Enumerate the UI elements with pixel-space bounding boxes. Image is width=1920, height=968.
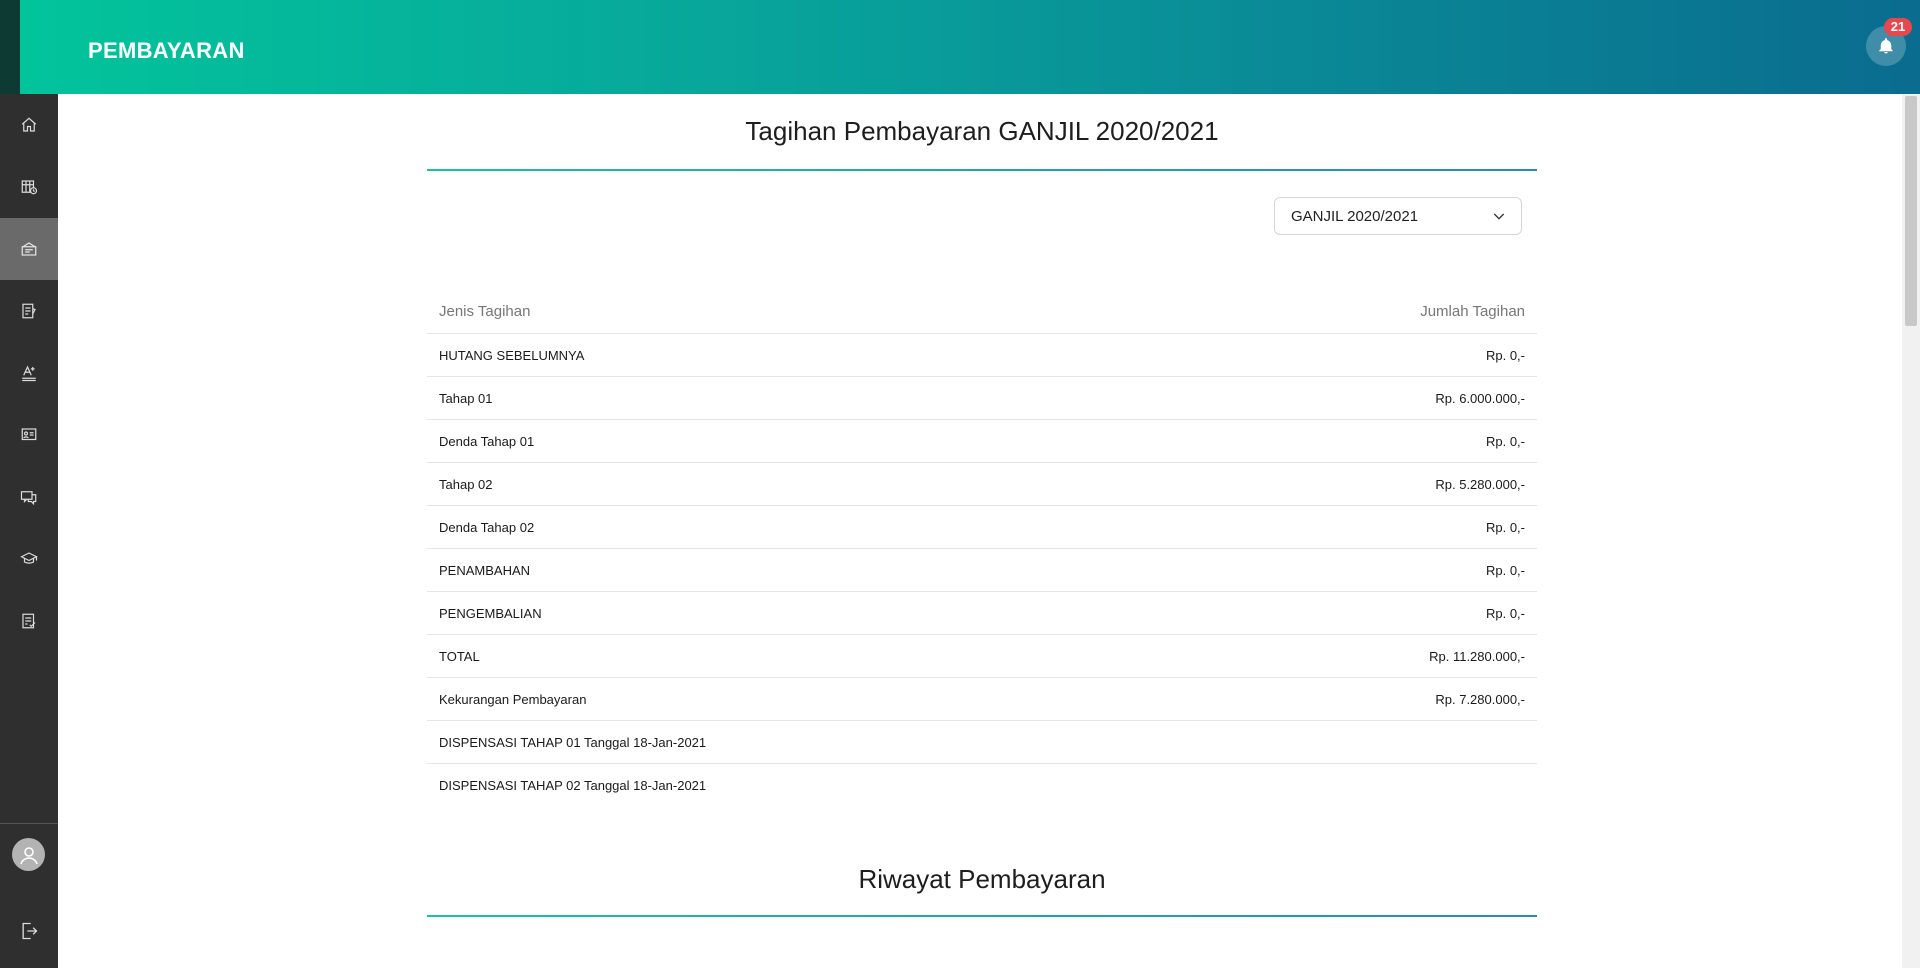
avatar[interactable]: [12, 838, 45, 871]
row-label: DISPENSASI TAHAP 01 Tanggal 18-Jan-2021: [439, 734, 707, 750]
presentation-icon: [21, 428, 37, 441]
sidebar-divider: [0, 823, 58, 824]
billing-title-underline: [427, 169, 1537, 171]
sidebar-item-payment[interactable]: [0, 218, 58, 280]
row-amount: Rp. 0,-: [1485, 605, 1525, 621]
history-title: Riwayat Pembayaran: [858, 864, 1106, 894]
row-label: Tahap 01: [439, 390, 493, 406]
row-amount: Rp. 0,-: [1485, 347, 1525, 363]
column-header-type: Jenis Tagihan: [439, 303, 531, 320]
table-row: Denda Tahap 02 Rp. 0,-: [427, 506, 1537, 549]
table-row: Kekurangan Pembayaran Rp. 7.280.000,-: [427, 678, 1537, 721]
billing-table-header: Jenis Tagihan Jumlah Tagihan: [427, 290, 1537, 334]
history-title-underline: [427, 915, 1537, 917]
header-edge: [0, 0, 20, 94]
row-label: Tahap 02: [439, 476, 493, 492]
table-row: Denda Tahap 01 Rp. 0,-: [427, 420, 1537, 463]
table-row: PENGEMBALIAN Rp. 0,-: [427, 592, 1537, 635]
row-amount: Rp. 5.280.000,-: [1435, 476, 1525, 492]
sidebar-item-grades[interactable]: [0, 342, 58, 404]
notification-count-badge: 21: [1884, 18, 1912, 36]
sidebar-item-checklist[interactable]: [0, 590, 58, 652]
row-label: PENAMBAHAN: [439, 562, 531, 578]
chat-icon: [20, 491, 37, 506]
sidebar-item-schedule[interactable]: [0, 156, 58, 218]
row-amount: Rp. 0,-: [1485, 519, 1525, 535]
sidebar-item-documents[interactable]: [0, 280, 58, 342]
row-label: Kekurangan Pembayaran: [439, 691, 587, 707]
logout-button[interactable]: [0, 900, 58, 962]
sidebar-item-academics[interactable]: [0, 528, 58, 590]
row-label: TOTAL: [439, 648, 480, 664]
semester-select[interactable]: GANJIL 2020/2021: [1274, 197, 1522, 235]
row-label: DISPENSASI TAHAP 02 Tanggal 18-Jan-2021: [439, 778, 707, 793]
column-header-amount: Jumlah Tagihan: [1420, 303, 1525, 320]
row-label: HUTANG SEBELUMNYA: [439, 347, 585, 363]
graduation-icon: [20, 552, 38, 564]
calendar-icon: [21, 180, 38, 195]
table-row: DISPENSASI TAHAP 02 Tanggal 18-Jan-2021: [427, 764, 1537, 807]
table-row: HUTANG SEBELUMNYA Rp. 0,-: [427, 334, 1537, 377]
sidebar: [0, 94, 58, 968]
billing-title: Tagihan Pembayaran GANJIL 2020/2021: [745, 116, 1219, 146]
table-row: DISPENSASI TAHAP 01 Tanggal 18-Jan-2021: [427, 721, 1537, 764]
row-label: PENGEMBALIAN: [439, 605, 542, 621]
chevron-down-icon: [1493, 213, 1505, 220]
sidebar-item-messages[interactable]: [0, 466, 58, 528]
row-label: Denda Tahap 02: [439, 519, 535, 535]
semester-select-value: GANJIL 2020/2021: [1291, 207, 1419, 225]
home-icon: [21, 117, 37, 132]
scrollbar-thumb[interactable]: [1905, 96, 1917, 326]
grade-icon: [22, 365, 36, 382]
row-amount: Rp. 6.000.000,-: [1435, 390, 1525, 406]
document-icon: [22, 303, 36, 319]
top-header-bar: PEMBAYARAN 21: [0, 0, 1920, 94]
row-label: Denda Tahap 01: [439, 433, 535, 449]
table-row: Tahap 02 Rp. 5.280.000,-: [427, 463, 1537, 506]
table-row: PENAMBAHAN Rp. 0,-: [427, 549, 1537, 592]
user-icon: [19, 846, 38, 864]
table-row: Tahap 01 Rp. 6.000.000,-: [427, 377, 1537, 420]
logout-icon: [22, 922, 38, 940]
row-amount: Rp. 7.280.000,-: [1435, 691, 1525, 707]
bell-icon: [1879, 38, 1893, 54]
table-row: TOTAL Rp. 11.280.000,-: [427, 635, 1537, 678]
row-amount: Rp. 0,-: [1485, 562, 1525, 578]
row-amount: Rp. 0,-: [1485, 433, 1525, 449]
billing-table: Jenis Tagihan Jumlah Tagihan HUTANG SEBE…: [427, 290, 1537, 807]
page-title: PEMBAYARAN: [88, 38, 245, 63]
sidebar-item-home[interactable]: [0, 94, 58, 156]
payment-icon: [21, 242, 37, 256]
checklist-icon: [22, 613, 36, 629]
row-amount: Rp. 11.280.000,-: [1429, 648, 1525, 664]
sidebar-item-presentation[interactable]: [0, 404, 58, 466]
